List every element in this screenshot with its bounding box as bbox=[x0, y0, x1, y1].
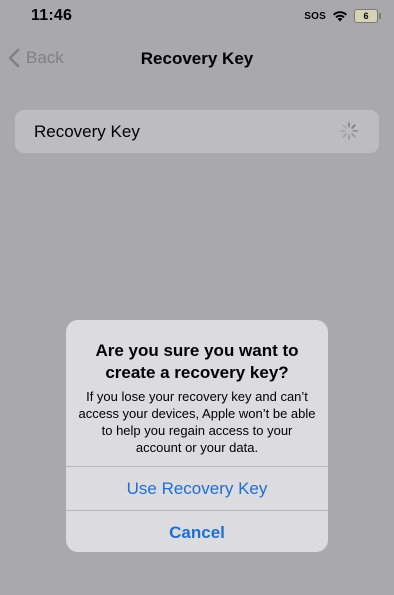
status-indicators: SOS 6 bbox=[304, 9, 381, 23]
use-recovery-key-button[interactable]: Use Recovery Key bbox=[66, 466, 328, 510]
spinner-icon bbox=[339, 121, 359, 141]
alert-message: If you lose your recovery key and can’t … bbox=[78, 389, 316, 455]
status-bar: 11:46 SOS 6 bbox=[0, 0, 394, 36]
recovery-key-row[interactable]: Recovery Key bbox=[15, 110, 379, 153]
sos-indicator: SOS bbox=[304, 10, 326, 22]
navigation-bar: Back Recovery Key bbox=[0, 40, 394, 80]
wifi-icon bbox=[332, 10, 348, 22]
recovery-key-label: Recovery Key bbox=[34, 122, 140, 141]
alert-actions: Use Recovery Key Cancel bbox=[66, 466, 328, 552]
battery-icon: 6 bbox=[354, 9, 381, 23]
confirmation-alert: Are you sure you want to create a recove… bbox=[66, 320, 328, 552]
status-time: 11:46 bbox=[31, 7, 73, 24]
alert-title: Are you sure you want to create a recove… bbox=[95, 341, 299, 382]
page-title: Recovery Key bbox=[140, 49, 254, 68]
cancel-button[interactable]: Cancel bbox=[66, 510, 328, 552]
